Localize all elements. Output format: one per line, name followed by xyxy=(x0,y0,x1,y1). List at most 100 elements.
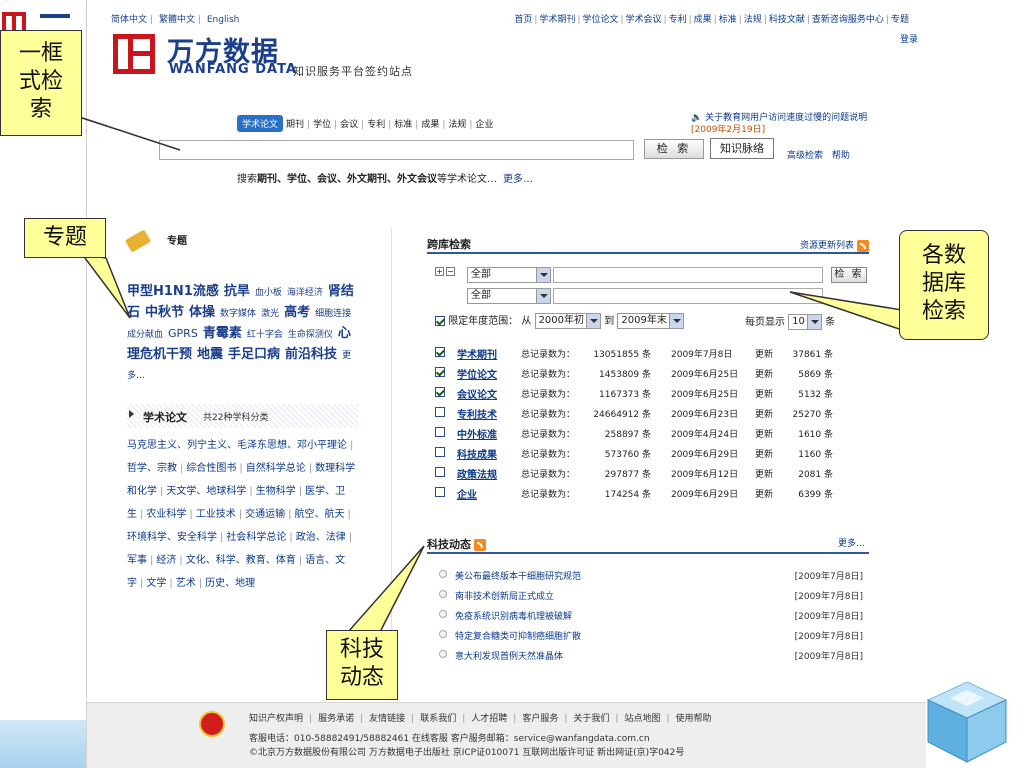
database-checkbox[interactable] xyxy=(435,347,445,357)
topic-link[interactable]: 前沿科技 xyxy=(285,347,337,362)
top-nav-link[interactable]: 专利 xyxy=(669,15,687,25)
top-nav-link[interactable]: 查新咨询服务中心 xyxy=(812,15,884,25)
subject-link[interactable]: 文学 xyxy=(146,578,166,589)
subject-link[interactable]: 自然科学总论 xyxy=(246,463,306,474)
topic-link[interactable]: 高考 xyxy=(284,305,310,320)
to-year-select[interactable]: 2009年末 xyxy=(617,313,684,329)
knowledge-map-button[interactable]: 知识脉络 xyxy=(710,138,774,159)
search-tab[interactable]: 会议 xyxy=(337,115,361,132)
top-nav-link[interactable]: 学术期刊 xyxy=(539,15,575,25)
notice[interactable]: 🔈 关于教育网用户访问速度过慢的问题说明 [2009年2月19日] xyxy=(691,112,911,136)
footer-link[interactable]: 联系我们 xyxy=(420,714,456,724)
topic-link[interactable]: 红十字会 xyxy=(247,330,283,340)
search-button[interactable]: 检 索 xyxy=(644,139,704,159)
footer-link[interactable]: 关于我们 xyxy=(573,714,609,724)
news-link[interactable]: 特定复合糖类可抑制癌细胞扩散 xyxy=(455,629,581,642)
news-link[interactable]: 南非技术创新局正式成立 xyxy=(455,589,554,602)
database-checkbox[interactable] xyxy=(435,367,445,377)
database-link[interactable]: 企业 xyxy=(457,486,477,501)
lang-simplified[interactable]: 简体中文 xyxy=(111,15,147,25)
field-select-2[interactable]: 全部 xyxy=(467,288,551,304)
topic-link[interactable]: 手足口病 xyxy=(228,347,280,362)
subject-link[interactable]: 历史、地理 xyxy=(205,578,255,589)
search-tab[interactable]: 企业 xyxy=(472,115,496,132)
database-checkbox[interactable] xyxy=(435,467,445,477)
footer-link[interactable]: 客户服务 xyxy=(522,714,558,724)
wanfang-logo[interactable]: 万方数据 WANFANG DATA 知识服务平台签约站点 xyxy=(113,30,473,80)
database-checkbox[interactable] xyxy=(435,487,445,497)
topic-link[interactable]: 成分献血 xyxy=(127,330,163,340)
search-tab[interactable]: 标准 xyxy=(391,115,415,132)
topic-link[interactable]: 青霉素 xyxy=(203,326,242,341)
topic-link[interactable]: 体操 xyxy=(189,305,215,320)
database-link[interactable]: 中外标准 xyxy=(457,426,497,441)
database-link[interactable]: 科技成果 xyxy=(457,446,497,461)
database-link[interactable]: 专利技术 xyxy=(457,406,497,421)
database-checkbox[interactable] xyxy=(435,447,445,457)
police-emblem-icon[interactable] xyxy=(199,711,225,737)
resource-update-link[interactable]: 资源更新列表 xyxy=(800,238,869,252)
news-more-link[interactable]: 更多… xyxy=(838,536,865,549)
topic-link[interactable]: 抗旱 xyxy=(224,284,250,299)
footer-link[interactable]: 站点地图 xyxy=(624,714,660,724)
subject-link[interactable]: 军事 xyxy=(127,555,147,566)
topic-link[interactable]: 地震 xyxy=(197,347,223,362)
top-nav-link[interactable]: 学术会议 xyxy=(626,15,662,25)
subject-link[interactable]: 社会科学总论 xyxy=(226,532,286,543)
field-input-2[interactable] xyxy=(553,288,823,304)
topic-link[interactable]: GPRS xyxy=(168,327,198,340)
database-link[interactable]: 学术期刊 xyxy=(457,346,497,361)
footer-link[interactable]: 使用帮助 xyxy=(676,714,712,724)
field-input-1[interactable] xyxy=(553,267,823,283)
help-link[interactable]: 帮助 xyxy=(832,151,850,161)
search-input[interactable] xyxy=(159,140,634,160)
footer-link[interactable]: 人才招聘 xyxy=(471,714,507,724)
database-checkbox[interactable] xyxy=(435,427,445,437)
minus-icon[interactable]: − xyxy=(446,266,455,276)
top-nav-link[interactable]: 法规 xyxy=(744,15,762,25)
from-year-select[interactable]: 2000年初 xyxy=(534,313,602,329)
limit-year-checkbox[interactable] xyxy=(435,316,445,326)
top-nav-link[interactable]: 成果 xyxy=(694,15,712,25)
database-checkbox[interactable] xyxy=(435,407,445,417)
cross-search-button[interactable]: 检 索 xyxy=(831,267,867,283)
database-link[interactable]: 学位论文 xyxy=(457,366,497,381)
database-checkbox[interactable] xyxy=(435,387,445,397)
search-tab[interactable]: 专利 xyxy=(364,115,388,132)
lang-english[interactable]: English xyxy=(207,15,240,25)
subject-link[interactable]: 交通运输 xyxy=(245,509,285,520)
lang-traditional[interactable]: 繁體中文 xyxy=(159,15,195,25)
news-link[interactable]: 美公布最终版本干细胞研究规范 xyxy=(455,569,581,582)
topic-link[interactable]: 海洋经济 xyxy=(287,288,323,298)
subject-link[interactable]: 工业技术 xyxy=(196,509,236,520)
advanced-search-link[interactable]: 高级检索 xyxy=(787,151,823,161)
top-nav-link[interactable]: 标准 xyxy=(719,15,737,25)
news-link[interactable]: 免疫系统识别病毒机理被破解 xyxy=(455,609,572,622)
search-tab[interactable]: 学术论文 xyxy=(237,115,284,132)
plus-icon[interactable]: + xyxy=(435,266,444,276)
field-select-1[interactable]: 全部 xyxy=(467,267,551,283)
top-nav-link[interactable]: 科技文献 xyxy=(769,15,805,25)
subject-link[interactable]: 哲学、宗教 xyxy=(127,463,177,474)
topic-link[interactable]: 血小板 xyxy=(255,288,282,298)
news-link[interactable]: 意大利发现首例天然准晶体 xyxy=(455,649,563,662)
subject-link[interactable]: 文化、科学、教育、体育 xyxy=(186,555,296,566)
topic-link[interactable]: 生命探测仪 xyxy=(288,330,333,340)
subject-link[interactable]: 农业科学 xyxy=(146,509,186,520)
login-link[interactable]: 登录 xyxy=(900,32,918,45)
subject-link[interactable]: 环境科学、安全科学 xyxy=(127,532,217,543)
subject-link[interactable]: 政治、法律 xyxy=(296,532,346,543)
subject-link[interactable]: 马克思主义、列宁主义、毛泽东思想、邓小平理论 xyxy=(127,440,347,451)
search-tab[interactable]: 学位 xyxy=(310,115,334,132)
topic-link[interactable]: 激光 xyxy=(261,309,279,319)
subject-link[interactable]: 航空、航天 xyxy=(295,509,345,520)
subject-link[interactable]: 生物科学 xyxy=(256,486,296,497)
subject-link[interactable]: 天文学、地球科学 xyxy=(166,486,246,497)
database-link[interactable]: 会议论文 xyxy=(457,386,497,401)
search-tab[interactable]: 成果 xyxy=(418,115,442,132)
hint-more-link[interactable]: 更多… xyxy=(503,174,533,185)
footer-link[interactable]: 友情链接 xyxy=(369,714,405,724)
topic-link[interactable]: 甲型H1N1流感 xyxy=(127,284,219,299)
topic-link[interactable]: 数字媒体 xyxy=(220,309,256,319)
per-page-select[interactable]: 10 xyxy=(788,314,822,330)
